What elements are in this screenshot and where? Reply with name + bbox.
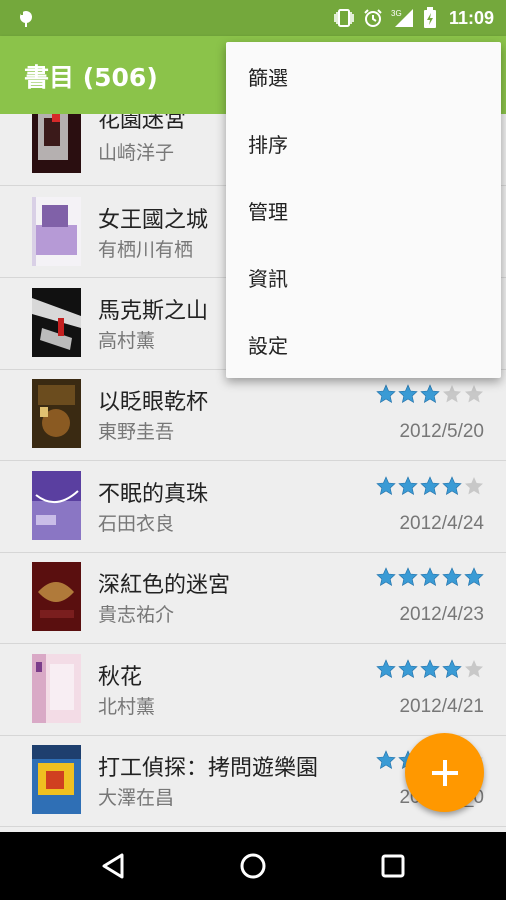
alarm-icon <box>364 9 382 27</box>
book-title: 打工偵探：拷問遊樂園 <box>98 756 319 781</box>
star-filled-icon <box>376 750 396 770</box>
rating-stars <box>376 476 484 496</box>
list-item[interactable]: 深紅色的迷宮 貴志祐介 2012/4/23 <box>0 552 506 644</box>
menu-item-label: 管理 <box>248 200 288 224</box>
star-filled-icon <box>464 567 484 587</box>
star-filled-icon <box>442 659 462 679</box>
back-icon[interactable] <box>98 850 130 882</box>
recents-icon[interactable] <box>377 850 409 882</box>
read-date: 2012/4/23 <box>399 604 484 625</box>
book-title: 花園迷宮 <box>98 114 187 133</box>
book-cover-image <box>32 114 81 173</box>
book-cover-image <box>32 745 81 814</box>
book-author: 石田衣良 <box>98 513 175 535</box>
star-empty-icon <box>443 385 461 403</box>
book-cover-image <box>32 288 81 357</box>
android-notification-icon <box>20 11 32 27</box>
star-filled-icon <box>420 384 440 404</box>
read-date: 2012/4/24 <box>399 513 484 534</box>
battery-charging-icon <box>423 7 436 28</box>
menu-item-info[interactable]: 資訊 <box>226 243 501 310</box>
star-filled-icon <box>398 659 418 679</box>
book-author: 貴志祐介 <box>98 604 175 626</box>
menu-item-filter[interactable]: 篩選 <box>226 42 501 109</box>
book-author: 高村薰 <box>98 330 156 352</box>
star-empty-icon <box>465 660 483 678</box>
plus-icon <box>432 760 458 786</box>
rating-stars <box>376 659 484 679</box>
star-empty-icon <box>465 385 483 403</box>
list-item[interactable]: 以眨眼乾杯 東野圭吾 2012/5/20 <box>0 369 506 461</box>
book-title: 以眨眼乾杯 <box>98 390 209 415</box>
status-time: 11:09 <box>448 7 494 28</box>
page-title: 書目 (506) <box>24 63 158 92</box>
book-title: 女王國之城 <box>98 208 209 233</box>
menu-item-label: 資訊 <box>248 267 288 291</box>
vibrate-icon <box>334 9 354 27</box>
status-icons: 3G 11:09 <box>333 6 494 30</box>
star-filled-icon <box>442 476 462 496</box>
add-book-button[interactable] <box>405 733 484 812</box>
star-filled-icon <box>420 476 440 496</box>
read-date: 2012/5/20 <box>399 421 484 442</box>
book-author: 東野圭吾 <box>98 421 175 443</box>
home-icon[interactable] <box>237 850 269 882</box>
book-author: 大澤在昌 <box>98 787 175 809</box>
menu-item-label: 排序 <box>248 133 288 157</box>
status-bar: 3G 11:09 <box>0 0 506 36</box>
menu-item-label: 篩選 <box>248 66 288 90</box>
list-item[interactable]: 秋花 北村薰 2012/4/21 <box>0 644 506 736</box>
book-title: 秋花 <box>98 665 143 690</box>
star-filled-icon <box>376 384 396 404</box>
book-title: 深紅色的迷宮 <box>98 573 231 598</box>
star-filled-icon <box>398 567 418 587</box>
menu-item-sort[interactable]: 排序 <box>226 109 501 176</box>
signal-3g-icon: 3G <box>391 9 413 27</box>
book-cover-image <box>32 471 81 540</box>
star-filled-icon <box>398 476 418 496</box>
book-cover-image <box>32 379 81 448</box>
star-filled-icon <box>420 659 440 679</box>
overflow-menu: 篩選 排序 管理 資訊 設定 <box>226 42 501 378</box>
star-filled-icon <box>398 384 418 404</box>
rating-stars <box>376 567 484 587</box>
menu-item-manage[interactable]: 管理 <box>226 176 501 243</box>
star-filled-icon <box>442 567 462 587</box>
book-author: 山崎洋子 <box>98 142 175 164</box>
star-filled-icon <box>376 567 396 587</box>
book-cover-image <box>32 654 81 723</box>
svg-text:3G: 3G <box>391 9 402 18</box>
book-author: 北村薰 <box>98 696 156 718</box>
book-cover-image <box>32 562 81 631</box>
book-cover-image <box>32 197 81 266</box>
book-author: 有栖川有栖 <box>98 239 194 261</box>
star-filled-icon <box>420 567 440 587</box>
star-filled-icon <box>376 659 396 679</box>
book-title: 馬克斯之山 <box>98 299 209 324</box>
star-empty-icon <box>465 477 483 495</box>
star-filled-icon <box>376 476 396 496</box>
system-nav-bar <box>0 832 506 900</box>
menu-item-label: 設定 <box>248 334 288 358</box>
list-item[interactable]: 不眠的真珠 石田衣良 2012/4/24 <box>0 461 506 553</box>
rating-stars <box>376 384 484 404</box>
book-title: 不眠的真珠 <box>98 482 209 507</box>
read-date: 2012/4/21 <box>399 696 484 717</box>
menu-item-settings[interactable]: 設定 <box>226 310 501 377</box>
